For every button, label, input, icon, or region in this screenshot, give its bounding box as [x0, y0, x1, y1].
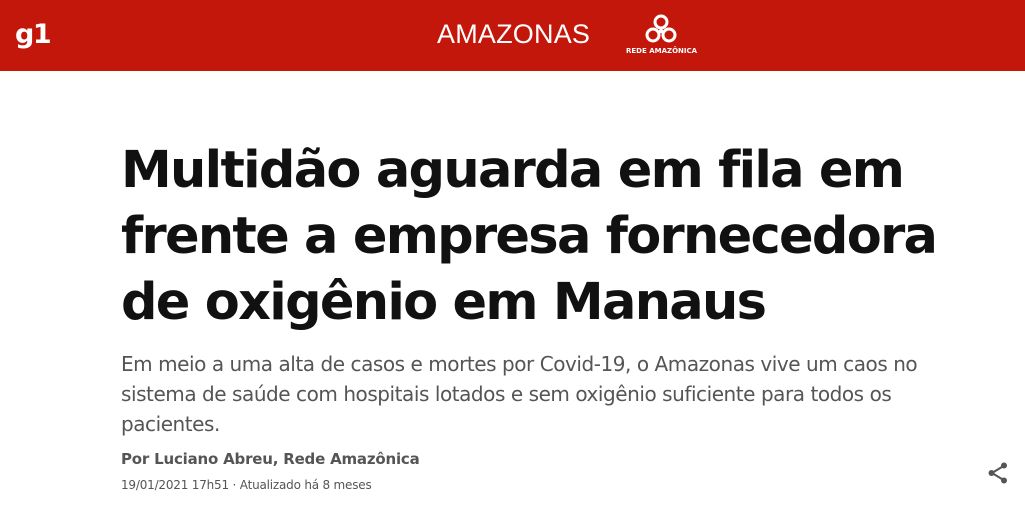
g1-logo[interactable]: g1	[15, 18, 52, 52]
section-title[interactable]: AMAZONAS	[437, 16, 590, 52]
article-dateline: 19/01/2021 17h51 · Atualizado há 8 meses	[121, 478, 372, 492]
rede-amazonica-logo[interactable]: REDE AMAZÔNICA	[626, 14, 698, 58]
top-bar: g1 AMAZONAS REDE AMAZÔNICA	[0, 0, 1025, 71]
article-byline: Por Luciano Abreu, Rede Amazônica	[121, 450, 420, 468]
rede-amazonica-logo-mark	[645, 14, 677, 43]
rede-amazonica-logo-text: REDE AMAZÔNICA	[626, 47, 698, 55]
article-subtitle: Em meio a uma alta de casos e mortes por…	[121, 352, 918, 436]
article-headline: Multidão aguarda em fila em frente a emp…	[121, 141, 938, 332]
share-icon	[988, 462, 1007, 484]
share-button[interactable]	[986, 461, 1010, 485]
